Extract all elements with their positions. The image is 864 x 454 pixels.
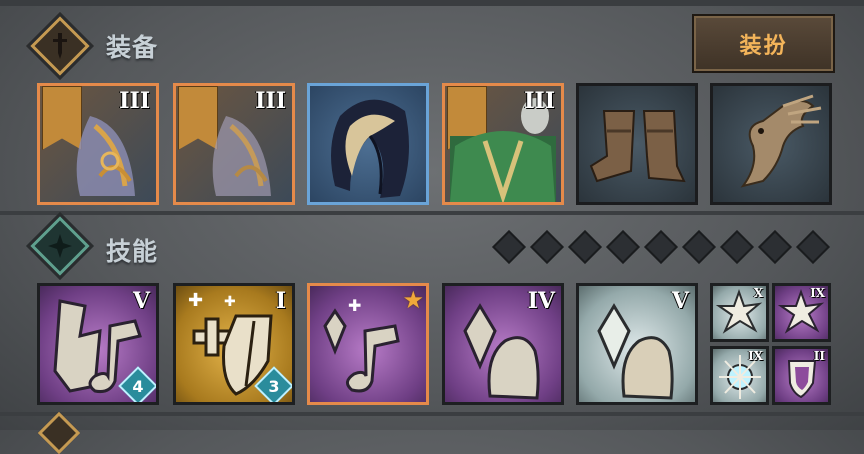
equipment-slot-armor[interactable]: III <box>442 83 564 205</box>
sword-icon <box>53 33 67 59</box>
equipment-slot-hood[interactable] <box>307 83 429 205</box>
skill-crystal-hand[interactable]: IV <box>442 283 564 405</box>
skill-burst[interactable]: X <box>710 283 769 342</box>
skills-emblem <box>26 212 94 280</box>
skill-crystal-music[interactable]: ✚ ★ <box>307 283 429 405</box>
skill-music[interactable]: V 4 <box>37 283 159 405</box>
tier-label: IX <box>810 286 825 300</box>
skill-slot-indicator <box>644 230 678 264</box>
section-divider <box>0 211 864 215</box>
skill-slot-indicator <box>530 230 564 264</box>
skill-slot-indicator <box>682 230 716 264</box>
tier-label: III <box>119 88 150 114</box>
skill-slot-indicator <box>796 230 830 264</box>
tier-label: IV <box>527 288 555 314</box>
eagle-icon <box>740 94 822 188</box>
skill-slot-indicator <box>492 230 526 264</box>
skill-shield[interactable]: II <box>772 346 831 405</box>
tier-label: X <box>753 286 763 300</box>
tier-label: III <box>524 88 555 114</box>
section-divider <box>0 412 864 416</box>
dress-up-button[interactable]: 装扮 <box>692 14 835 73</box>
svg-text:✚: ✚ <box>348 296 361 315</box>
svg-text:✚: ✚ <box>188 290 203 311</box>
skill-crystal-hand-2[interactable]: V <box>576 283 698 405</box>
tier-label: IX <box>748 349 763 363</box>
equipment-slot-weapon-2[interactable]: III <box>173 83 295 205</box>
tier-label: V <box>132 288 150 314</box>
top-border <box>0 0 864 6</box>
favorite-star-icon: ★ <box>402 286 424 314</box>
skill-heal-shield[interactable]: ✚ ✚ I 3 <box>173 283 295 405</box>
skills-title: 技能 <box>106 237 159 266</box>
next-section-emblem <box>37 411 81 454</box>
hood-icon <box>331 99 409 198</box>
equipment-title: 装备 <box>106 33 159 62</box>
equipment-slot-trinket[interactable] <box>710 83 832 205</box>
skill-slot-indicator <box>606 230 640 264</box>
skill-slot-indicator <box>568 230 602 264</box>
skill-frost-burst[interactable]: IX <box>710 346 769 405</box>
tier-label: III <box>255 88 286 114</box>
boots-icon <box>589 110 686 183</box>
tier-label: V <box>671 288 689 314</box>
tier-label: I <box>275 288 286 314</box>
star-burst-icon <box>48 234 72 258</box>
skill-slot-indicator <box>720 230 754 264</box>
tier-label: II <box>813 349 825 363</box>
equipment-slot-boots[interactable] <box>576 83 698 205</box>
equipment-slot-weapon-1[interactable]: III <box>37 83 159 205</box>
skill-burst-2[interactable]: IX <box>772 283 831 342</box>
skill-slot-indicator <box>758 230 792 264</box>
svg-text:✚: ✚ <box>224 294 236 310</box>
equipment-emblem <box>26 12 94 80</box>
